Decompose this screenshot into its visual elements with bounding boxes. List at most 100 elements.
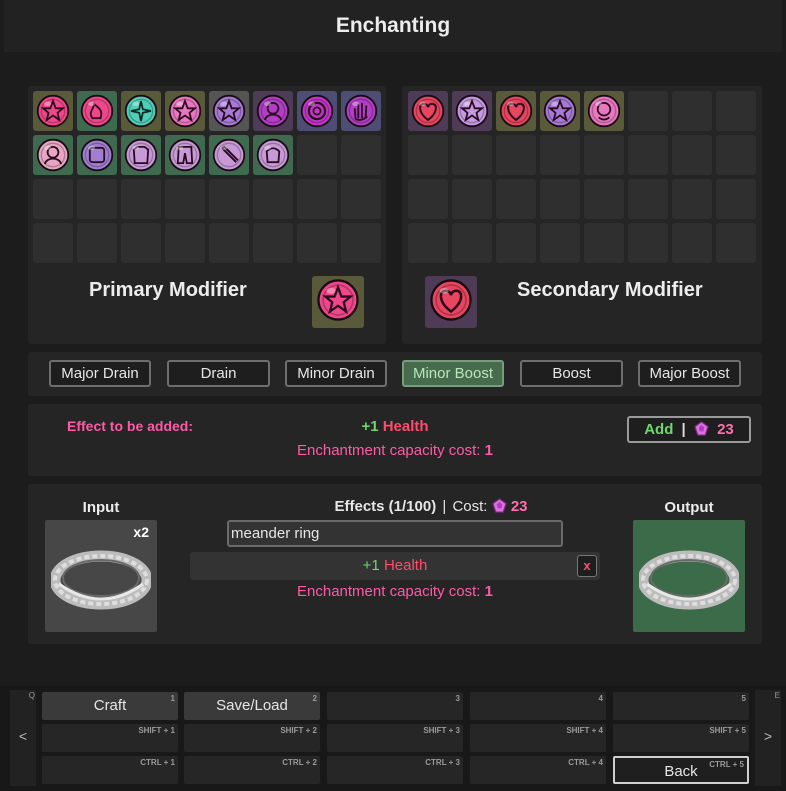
secondary-modifier-selected-slot[interactable] (425, 276, 477, 328)
primary-modifier-selected-slot[interactable] (312, 276, 364, 328)
tier-minor-drain-button[interactable]: Minor Drain (285, 360, 387, 387)
input-slot[interactable]: x2 (45, 520, 157, 632)
secondary-modifier-slot[interactable] (496, 91, 536, 131)
page-title: Enchanting (4, 0, 782, 52)
primary-modifier-slot[interactable] (165, 135, 205, 175)
primary-modifier-slot[interactable] (121, 91, 161, 131)
tier-boost-button[interactable]: Boost (520, 360, 623, 387)
output-slot[interactable] (633, 520, 745, 632)
secondary-empty-slot[interactable] (540, 179, 580, 219)
primary-modifier-slot[interactable] (77, 91, 117, 131)
back-hotkey-button[interactable]: CTRL + 5 Back (613, 756, 749, 784)
primary-empty-slot[interactable] (121, 223, 161, 263)
hotbar-next-button[interactable]: E > (755, 690, 781, 786)
remove-effect-button[interactable]: x (577, 555, 597, 577)
secondary-empty-slot[interactable] (540, 223, 580, 263)
secondary-empty-slot[interactable] (452, 135, 492, 175)
primary-empty-slot[interactable] (165, 179, 205, 219)
primary-empty-slot[interactable] (121, 179, 161, 219)
empty-hotkey-slot[interactable]: SHIFT + 4 (470, 724, 606, 752)
secondary-empty-slot[interactable] (408, 179, 448, 219)
empty-hotkey-slot[interactable]: CTRL + 4 (470, 756, 606, 784)
empty-hotkey-slot[interactable]: SHIFT + 5 (613, 724, 749, 752)
primary-modifier-slot[interactable] (33, 91, 73, 131)
secondary-empty-slot[interactable] (672, 223, 712, 263)
primary-empty-slot[interactable] (165, 223, 205, 263)
secondary-empty-slot[interactable] (716, 223, 756, 263)
hotbar-prev-button[interactable]: Q < (10, 690, 36, 786)
secondary-empty-slot[interactable] (584, 179, 624, 219)
primary-empty-slot[interactable] (253, 179, 293, 219)
primary-empty-slot[interactable] (209, 179, 249, 219)
secondary-empty-slot[interactable] (584, 223, 624, 263)
secondary-empty-slot[interactable] (496, 223, 536, 263)
secondary-empty-slot[interactable] (628, 223, 668, 263)
hotkey-shortcut-label: SHIFT + 3 (423, 726, 460, 735)
secondary-empty-slot[interactable] (452, 223, 492, 263)
primary-empty-slot[interactable] (341, 223, 381, 263)
empty-hotkey-slot[interactable]: SHIFT + 1 (42, 724, 178, 752)
add-effect-button[interactable]: Add | 23 (627, 416, 751, 443)
sword-icon (211, 137, 247, 173)
primary-empty-slot[interactable] (33, 223, 73, 263)
secondary-empty-slot[interactable] (496, 135, 536, 175)
tier-major-drain-button[interactable]: Major Drain (49, 360, 151, 387)
primary-modifier-slot[interactable] (121, 135, 161, 175)
primary-empty-slot[interactable] (77, 223, 117, 263)
secondary-modifier-slot[interactable] (584, 91, 624, 131)
secondary-modifier-slot[interactable] (452, 91, 492, 131)
primary-modifier-slot[interactable] (341, 91, 381, 131)
primary-modifier-slot[interactable] (77, 135, 117, 175)
item-search-input[interactable] (227, 520, 563, 547)
secondary-empty-slot[interactable] (540, 135, 580, 175)
secondary-empty-slot[interactable] (628, 179, 668, 219)
primary-modifier-slot[interactable] (165, 91, 205, 131)
secondary-empty-slot[interactable] (716, 135, 756, 175)
tier-drain-button[interactable]: Drain (167, 360, 270, 387)
secondary-empty-slot[interactable] (716, 179, 756, 219)
secondary-empty-slot[interactable] (496, 179, 536, 219)
primary-modifier-slot[interactable] (209, 135, 249, 175)
empty-hotkey-slot[interactable]: CTRL + 1 (42, 756, 178, 784)
primary-empty-slot[interactable] (77, 179, 117, 219)
secondary-empty-slot[interactable] (628, 91, 668, 131)
save-load-hotkey-button[interactable]: 2 Save/Load (184, 692, 320, 720)
primary-modifier-slot[interactable] (297, 91, 337, 131)
output-label: Output (664, 499, 714, 516)
craft-hotkey-button[interactable]: 1 Craft (42, 692, 178, 720)
empty-hotkey-slot[interactable]: SHIFT + 2 (184, 724, 320, 752)
effect-entry-cost-label: Enchantment capacity cost: (297, 583, 481, 600)
primary-empty-slot[interactable] (33, 179, 73, 219)
secondary-empty-slot[interactable] (408, 223, 448, 263)
secondary-empty-slot[interactable] (452, 179, 492, 219)
empty-hotkey-slot[interactable]: 3 (327, 692, 463, 720)
empty-hotkey-slot[interactable]: 5 (613, 692, 749, 720)
secondary-empty-slot[interactable] (628, 135, 668, 175)
primary-empty-slot[interactable] (341, 179, 381, 219)
primary-modifier-slot[interactable] (209, 91, 249, 131)
primary-empty-slot[interactable] (341, 135, 381, 175)
empty-hotkey-slot[interactable]: CTRL + 3 (327, 756, 463, 784)
tier-minor-boost-button[interactable]: Minor Boost (402, 360, 504, 387)
empty-hotkey-slot[interactable]: 4 (470, 692, 606, 720)
primary-modifier-slot[interactable] (253, 135, 293, 175)
empty-hotkey-slot[interactable]: SHIFT + 3 (327, 724, 463, 752)
empty-hotkey-slot[interactable]: CTRL + 2 (184, 756, 320, 784)
primary-empty-slot[interactable] (297, 135, 337, 175)
primary-empty-slot[interactable] (253, 223, 293, 263)
primary-empty-slot[interactable] (297, 223, 337, 263)
primary-empty-slot[interactable] (209, 223, 249, 263)
secondary-empty-slot[interactable] (672, 179, 712, 219)
secondary-modifier-slot[interactable] (408, 91, 448, 131)
secondary-empty-slot[interactable] (584, 135, 624, 175)
secondary-empty-slot[interactable] (672, 135, 712, 175)
secondary-empty-slot[interactable] (408, 135, 448, 175)
primary-empty-slot[interactable] (297, 179, 337, 219)
secondary-empty-slot[interactable] (716, 91, 756, 131)
primary-modifier-slot[interactable] (33, 135, 73, 175)
secondary-modifier-slot[interactable] (540, 91, 580, 131)
primary-modifier-slot[interactable] (253, 91, 293, 131)
hotkey-label: Back (664, 763, 698, 780)
tier-major-boost-button[interactable]: Major Boost (638, 360, 741, 387)
secondary-empty-slot[interactable] (672, 91, 712, 131)
